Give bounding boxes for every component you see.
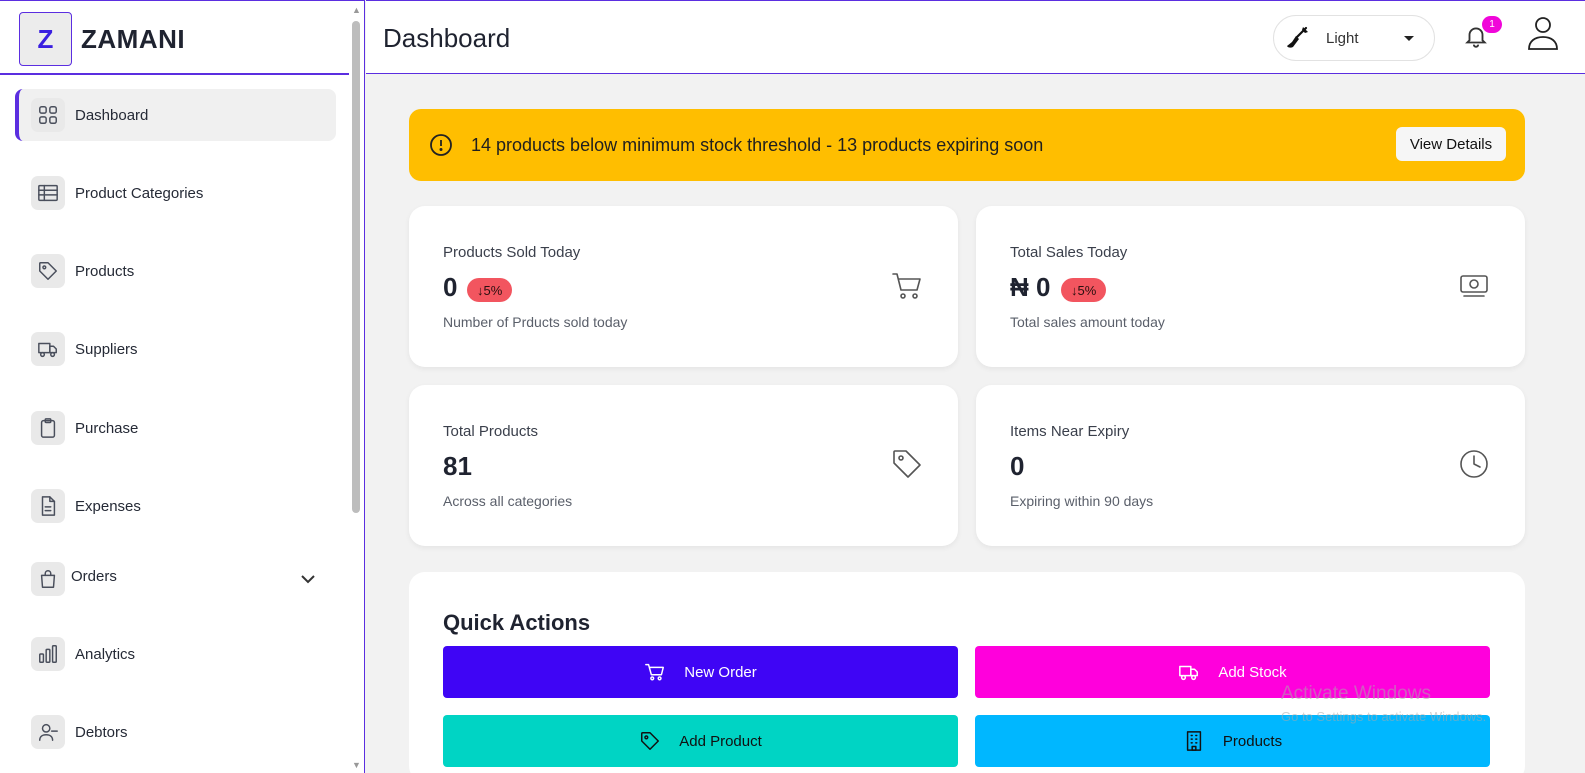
- stat-value: 0: [443, 272, 458, 302]
- top-header: Dashboard Light 1: [366, 0, 1585, 74]
- new-order-button[interactable]: New Order: [443, 646, 958, 698]
- sidebar-item-label: Purchase: [75, 419, 139, 437]
- stat-subtitle: Expiring within 90 days: [1010, 493, 1154, 509]
- sidebar-item-label: Product Categories: [75, 184, 204, 202]
- quick-actions-panel: Quick Actions New Order Add Stock Add Pr…: [409, 572, 1525, 773]
- stat-title: Items Near Expiry: [1010, 423, 1130, 440]
- stat-subtitle: Number of Prducts sold today: [443, 314, 628, 330]
- brand-logo[interactable]: Z: [19, 12, 72, 66]
- sidebar-item-purchase[interactable]: Purchase: [15, 402, 336, 454]
- bar-chart-icon: [31, 637, 65, 671]
- document-icon: [31, 489, 65, 523]
- add-stock-label: Add Stock: [1218, 663, 1287, 681]
- scroll-thumb[interactable]: [352, 21, 360, 513]
- new-order-label: New Order: [684, 663, 757, 681]
- sidebar-scrollbar[interactable]: ▲ ▼: [350, 5, 362, 770]
- clock-icon: [1457, 447, 1491, 481]
- sidebar-item-label: Expenses: [75, 497, 141, 515]
- stat-title: Products Sold Today: [443, 244, 581, 261]
- table-icon: [31, 176, 65, 210]
- brand-name: ZAMANI: [81, 24, 186, 54]
- tag-icon: [31, 254, 65, 288]
- quick-actions-title: Quick Actions: [443, 610, 591, 635]
- add-product-label: Add Product: [679, 732, 762, 750]
- stat-value: 0: [1010, 451, 1025, 481]
- tag-icon: [890, 447, 924, 481]
- user-avatar-icon[interactable]: [1526, 15, 1560, 51]
- sidebar-item-label: Orders: [71, 567, 117, 585]
- stat-value: ₦ 0: [1010, 272, 1051, 302]
- stat-card-near-expiry: Items Near Expiry 0 Expiring within 90 d…: [976, 385, 1525, 546]
- alert-message: 14 products below minimum stock threshol…: [471, 135, 1044, 155]
- sidebar-item-label: Dashboard: [75, 106, 149, 124]
- sidebar: Z ZAMANI Dashboard Product Categories Pr…: [0, 0, 365, 773]
- stat-title: Total Products: [443, 423, 539, 440]
- sidebar-item-orders[interactable]: Orders: [15, 553, 336, 605]
- stat-title: Total Sales Today: [1010, 244, 1128, 261]
- chevron-down-icon[interactable]: [300, 571, 316, 592]
- add-product-button[interactable]: Add Product: [443, 715, 958, 767]
- stat-subtitle: Across all categories: [443, 493, 573, 509]
- scroll-down-arrow-icon[interactable]: ▼: [352, 760, 361, 770]
- alert-circle-icon: [429, 133, 453, 157]
- truck-icon: [1179, 665, 1199, 681]
- cart-icon: [890, 268, 924, 302]
- sidebar-item-label: Products: [75, 262, 135, 280]
- products-label: Products: [1222, 732, 1283, 750]
- grid-icon: [31, 98, 65, 132]
- sidebar-item-label: Debtors: [75, 723, 128, 741]
- stat-card-total-products: Total Products 81 Across all categories: [409, 385, 958, 546]
- building-icon: [1186, 731, 1202, 751]
- add-stock-button[interactable]: Add Stock: [975, 646, 1490, 698]
- sidebar-item-products[interactable]: Products: [15, 245, 336, 297]
- truck-icon: [31, 332, 65, 366]
- theme-select[interactable]: Light: [1273, 15, 1435, 61]
- user-minus-icon: [31, 715, 65, 749]
- sidebar-item-expenses[interactable]: Expenses: [15, 480, 336, 532]
- stat-card-total-sales: Total Sales Today ₦ 0 ↓5% Total sales am…: [976, 206, 1525, 367]
- page-title: Dashboard: [383, 23, 511, 53]
- stat-change-badge: ↓5%: [467, 278, 513, 302]
- scroll-up-arrow-icon[interactable]: ▲: [352, 5, 361, 15]
- products-button[interactable]: Products: [975, 715, 1490, 767]
- sidebar-item-label: Analytics: [75, 645, 136, 663]
- cart-icon: [645, 663, 665, 681]
- sidebar-item-suppliers[interactable]: Suppliers: [15, 323, 336, 375]
- sidebar-item-analytics[interactable]: Analytics: [15, 628, 336, 680]
- view-details-button[interactable]: View Details: [1396, 127, 1506, 161]
- clipboard-icon: [31, 411, 65, 445]
- paint-brush-icon: [1287, 26, 1308, 48]
- sidebar-item-debtors[interactable]: Debtors: [15, 706, 336, 758]
- sidebar-item-label: Suppliers: [75, 340, 138, 358]
- shopping-bag-icon: [31, 562, 65, 596]
- stat-change-badge: ↓5%: [1061, 278, 1107, 302]
- sidebar-item-dashboard[interactable]: Dashboard: [15, 89, 336, 141]
- notification-badge: 1: [1482, 16, 1502, 33]
- brand: Z ZAMANI: [0, 1, 349, 75]
- theme-select-value: Light: [1326, 29, 1359, 47]
- stat-card-products-sold: Products Sold Today 0 ↓5% Number of Prdu…: [409, 206, 958, 367]
- stat-subtitle: Total sales amount today: [1010, 314, 1165, 330]
- cash-icon: [1457, 268, 1491, 302]
- stock-alert-banner: 14 products below minimum stock threshol…: [409, 109, 1525, 181]
- sidebar-item-product-categories[interactable]: Product Categories: [15, 167, 336, 219]
- tag-icon: [641, 732, 660, 750]
- caret-down-icon: [1404, 36, 1414, 41]
- stat-value: 81: [443, 451, 472, 481]
